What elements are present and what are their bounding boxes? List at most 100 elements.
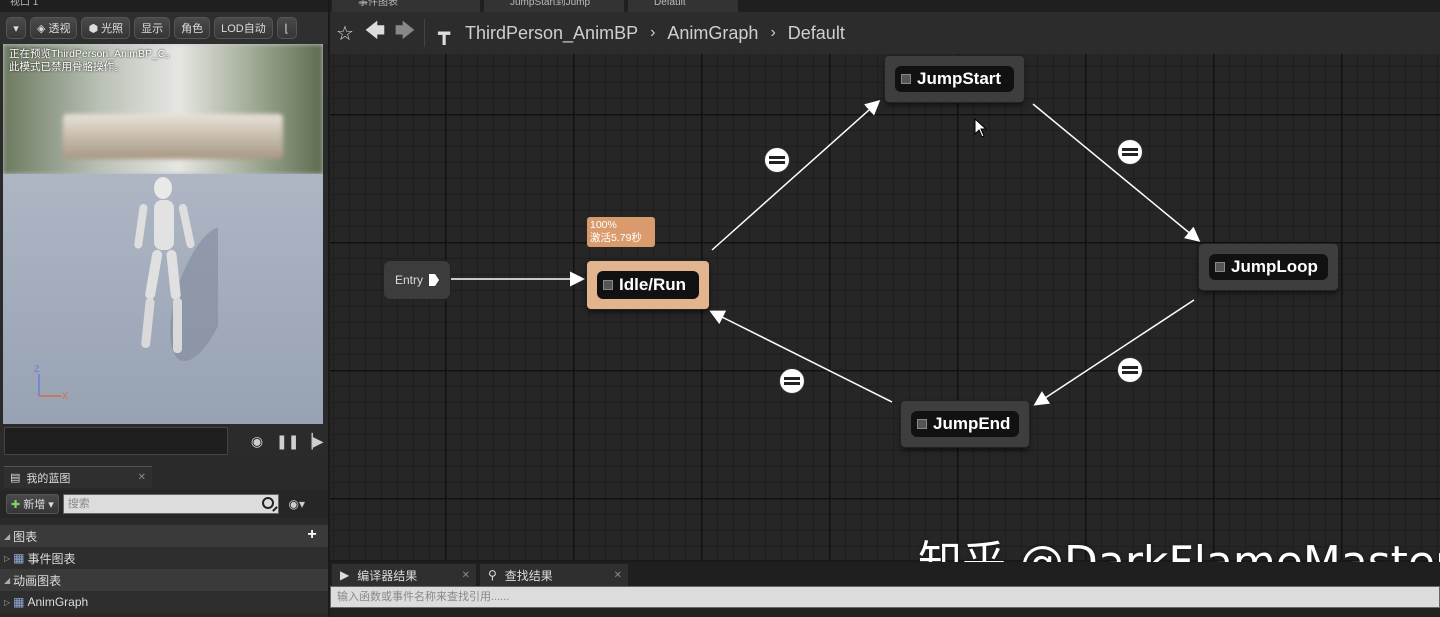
viewport-toolbar: ▾ ◈ 透视 ⬢ 光照 显示 角色 LOD自动 ⌊ xyxy=(0,12,328,44)
step-forward-icon: ▕▶ xyxy=(302,433,324,449)
add-graph-button[interactable]: + xyxy=(304,527,320,544)
favorite-button[interactable]: ☆ xyxy=(330,18,360,48)
chevron-right-icon: › xyxy=(650,24,656,41)
tab-transition-rule[interactable]: JumpStart到Jump xyxy=(484,0,624,12)
active-state-badge: 100% 激活5.79秒 xyxy=(587,217,655,247)
graph-editor-area: 事件图表 JumpStart到Jump Default ☆ 🡄 🡆 ┳ Thir… xyxy=(330,0,1440,617)
lighting-button[interactable]: ⬢ 光照 xyxy=(81,17,131,39)
tab-default[interactable]: Default xyxy=(628,0,738,12)
graph-icon: ▦ xyxy=(13,551,25,565)
breadcrumb-blueprint[interactable]: ThirdPerson_AnimBP xyxy=(459,23,644,44)
axis-x-label: X xyxy=(62,391,68,401)
transition-links xyxy=(450,100,1201,406)
star-icon: ☆ xyxy=(336,22,354,45)
breadcrumb-animgraph[interactable]: AnimGraph xyxy=(661,23,764,44)
expand-triangle-icon: ◢ xyxy=(4,531,11,541)
show-button[interactable]: 显示 xyxy=(134,17,171,39)
anim-blueprint-editor: 视口 1 ▾ ◈ 透视 ⬢ 光照 显示 角色 LOD自动 ⌊ 正在预览Third… xyxy=(0,0,1440,617)
close-icon[interactable]: ✕ xyxy=(462,570,470,581)
collapsed-triangle-icon: ▷ xyxy=(4,553,11,563)
timeline-field[interactable] xyxy=(4,427,228,455)
eye-icon: ◉▾ xyxy=(288,497,306,511)
link-idle-jumpstart xyxy=(711,100,881,251)
pause-button[interactable]: ❚❚ xyxy=(276,432,299,450)
transition-rule-icon[interactable] xyxy=(765,148,789,172)
viewport-playback-bar: ◉ ❚❚ ▕▶ xyxy=(0,424,328,458)
state-icon xyxy=(603,280,613,290)
state-icon xyxy=(1215,262,1225,272)
shield-icon: ⬢ xyxy=(88,22,99,35)
preview-viewport[interactable]: 正在预览ThirdPerson_AnimBP_C。 此模式已禁用骨骼操作。 Z … xyxy=(3,44,323,424)
collapsed-triangle-icon: ▷ xyxy=(4,597,11,607)
plus-icon: ✚ xyxy=(11,498,21,511)
tree-item-event-graph[interactable]: ▷ ▦ 事件图表 xyxy=(0,547,328,569)
tab-find-results[interactable]: ⚲ 查找结果 ✕ xyxy=(480,564,628,586)
left-panel: 视口 1 ▾ ◈ 透视 ⬢ 光照 显示 角色 LOD自动 ⌊ 正在预览Third… xyxy=(0,0,328,617)
lod-button[interactable]: LOD自动 xyxy=(214,17,273,39)
bottom-panel-tabs: ▶ 编译器结果 ✕ ⚲ 查找结果 ✕ xyxy=(330,562,1440,586)
transition-rule-icon[interactable] xyxy=(780,369,804,393)
state-node-jumpend[interactable]: JumpEnd xyxy=(901,401,1029,447)
breadcrumb-default[interactable]: Default xyxy=(782,23,851,44)
mannequin-character xyxy=(134,177,218,362)
transition-rule-icon[interactable] xyxy=(1118,358,1142,382)
tree-item-animgraph[interactable]: ▷ ▦ AnimGraph xyxy=(0,591,328,613)
my-blueprint-toolbar: ✚ 新增 ▾ 搜索 ◉▾ xyxy=(0,490,328,518)
entry-node[interactable]: Entry xyxy=(384,261,450,299)
state-icon xyxy=(917,419,927,429)
search-icon xyxy=(261,497,274,509)
close-icon[interactable]: ✕ xyxy=(614,570,622,581)
record-icon: ◉ xyxy=(250,433,264,449)
angle-icon: ⌊ xyxy=(284,22,289,35)
arrow-right-icon: 🡆 xyxy=(394,20,416,42)
mouse-cursor-icon xyxy=(974,118,988,138)
axis-z-label: Z xyxy=(34,364,40,374)
forward-button[interactable]: 🡆 xyxy=(390,18,420,48)
transition-rule-icon[interactable] xyxy=(1118,140,1142,164)
search-icon: ⚲ xyxy=(488,568,497,582)
viewport-tab[interactable]: 视口 1 xyxy=(0,0,328,12)
character-button[interactable]: 角色 xyxy=(174,17,211,39)
add-new-button[interactable]: ✚ 新增 ▾ xyxy=(6,494,59,514)
tree-category-anim-graphs[interactable]: ◢ 动画图表 xyxy=(0,569,328,591)
graph-icon: ▦ xyxy=(13,595,25,609)
blueprint-search-input[interactable]: 搜索 xyxy=(62,494,279,514)
link-jumpstart-jumploop xyxy=(1032,103,1201,242)
state-node-jumploop[interactable]: JumpLoop xyxy=(1199,244,1338,290)
hierarchy-icon: ┳ xyxy=(437,22,451,45)
more-toolbar-button[interactable]: ⌊ xyxy=(276,17,297,39)
viewport-overlay-text: 正在预览ThirdPerson_AnimBP_C。 此模式已禁用骨骼操作。 xyxy=(9,48,176,73)
record-button[interactable]: ◉ xyxy=(248,432,266,450)
state-icon xyxy=(901,74,911,84)
pause-icon: ❚❚ xyxy=(276,433,300,449)
link-jumploop-jumpend xyxy=(1033,299,1195,406)
editor-tabs: 事件图表 JumpStart到Jump Default xyxy=(330,0,1440,12)
tab-compiler-results[interactable]: ▶ 编译器结果 ✕ xyxy=(332,564,476,586)
state-node-idle-run[interactable]: Idle/Run xyxy=(587,261,709,309)
find-references-input[interactable]: 输入函数或事件名称来查找引用...... xyxy=(330,586,1440,608)
terminal-icon: ▶ xyxy=(340,568,350,582)
chevron-down-icon: ▾ xyxy=(13,22,19,35)
chevron-right-icon: › xyxy=(770,24,776,41)
view-options-button[interactable]: ◉▾ xyxy=(283,494,311,514)
breadcrumb: ☆ 🡄 🡆 ┳ ThirdPerson_AnimBP › AnimGraph ›… xyxy=(330,12,1440,54)
my-blueprint-tab[interactable]: ▤ 我的蓝图 ✕ xyxy=(4,466,152,488)
close-icon[interactable]: ✕ xyxy=(138,472,146,483)
breadcrumb-divider xyxy=(424,19,425,47)
tab-event-graph[interactable]: 事件图表 xyxy=(332,0,480,12)
cube-icon: ◈ xyxy=(37,22,46,35)
link-jumpend-idle xyxy=(709,310,893,403)
expand-triangle-icon: ◢ xyxy=(4,575,11,585)
perspective-button[interactable]: ◈ 透视 xyxy=(30,17,78,39)
viewport-options-button[interactable]: ▾ xyxy=(6,17,26,39)
bottom-panel-body xyxy=(330,608,1440,617)
output-pin-icon[interactable] xyxy=(429,274,439,286)
tree-category-graphs[interactable]: ◢ 图表 + xyxy=(0,525,328,547)
book-icon: ▤ xyxy=(10,472,21,484)
back-button[interactable]: 🡄 xyxy=(360,18,390,48)
state-machine-graph[interactable]: Entry 100% 激活5.79秒 Idle/Run JumpStart Ju… xyxy=(330,54,1440,560)
axis-gizmo: Z X xyxy=(34,364,68,401)
chevron-down-icon: ▾ xyxy=(48,498,54,511)
step-forward-button[interactable]: ▕▶ xyxy=(302,432,324,450)
state-node-jumpstart[interactable]: JumpStart xyxy=(885,56,1024,102)
